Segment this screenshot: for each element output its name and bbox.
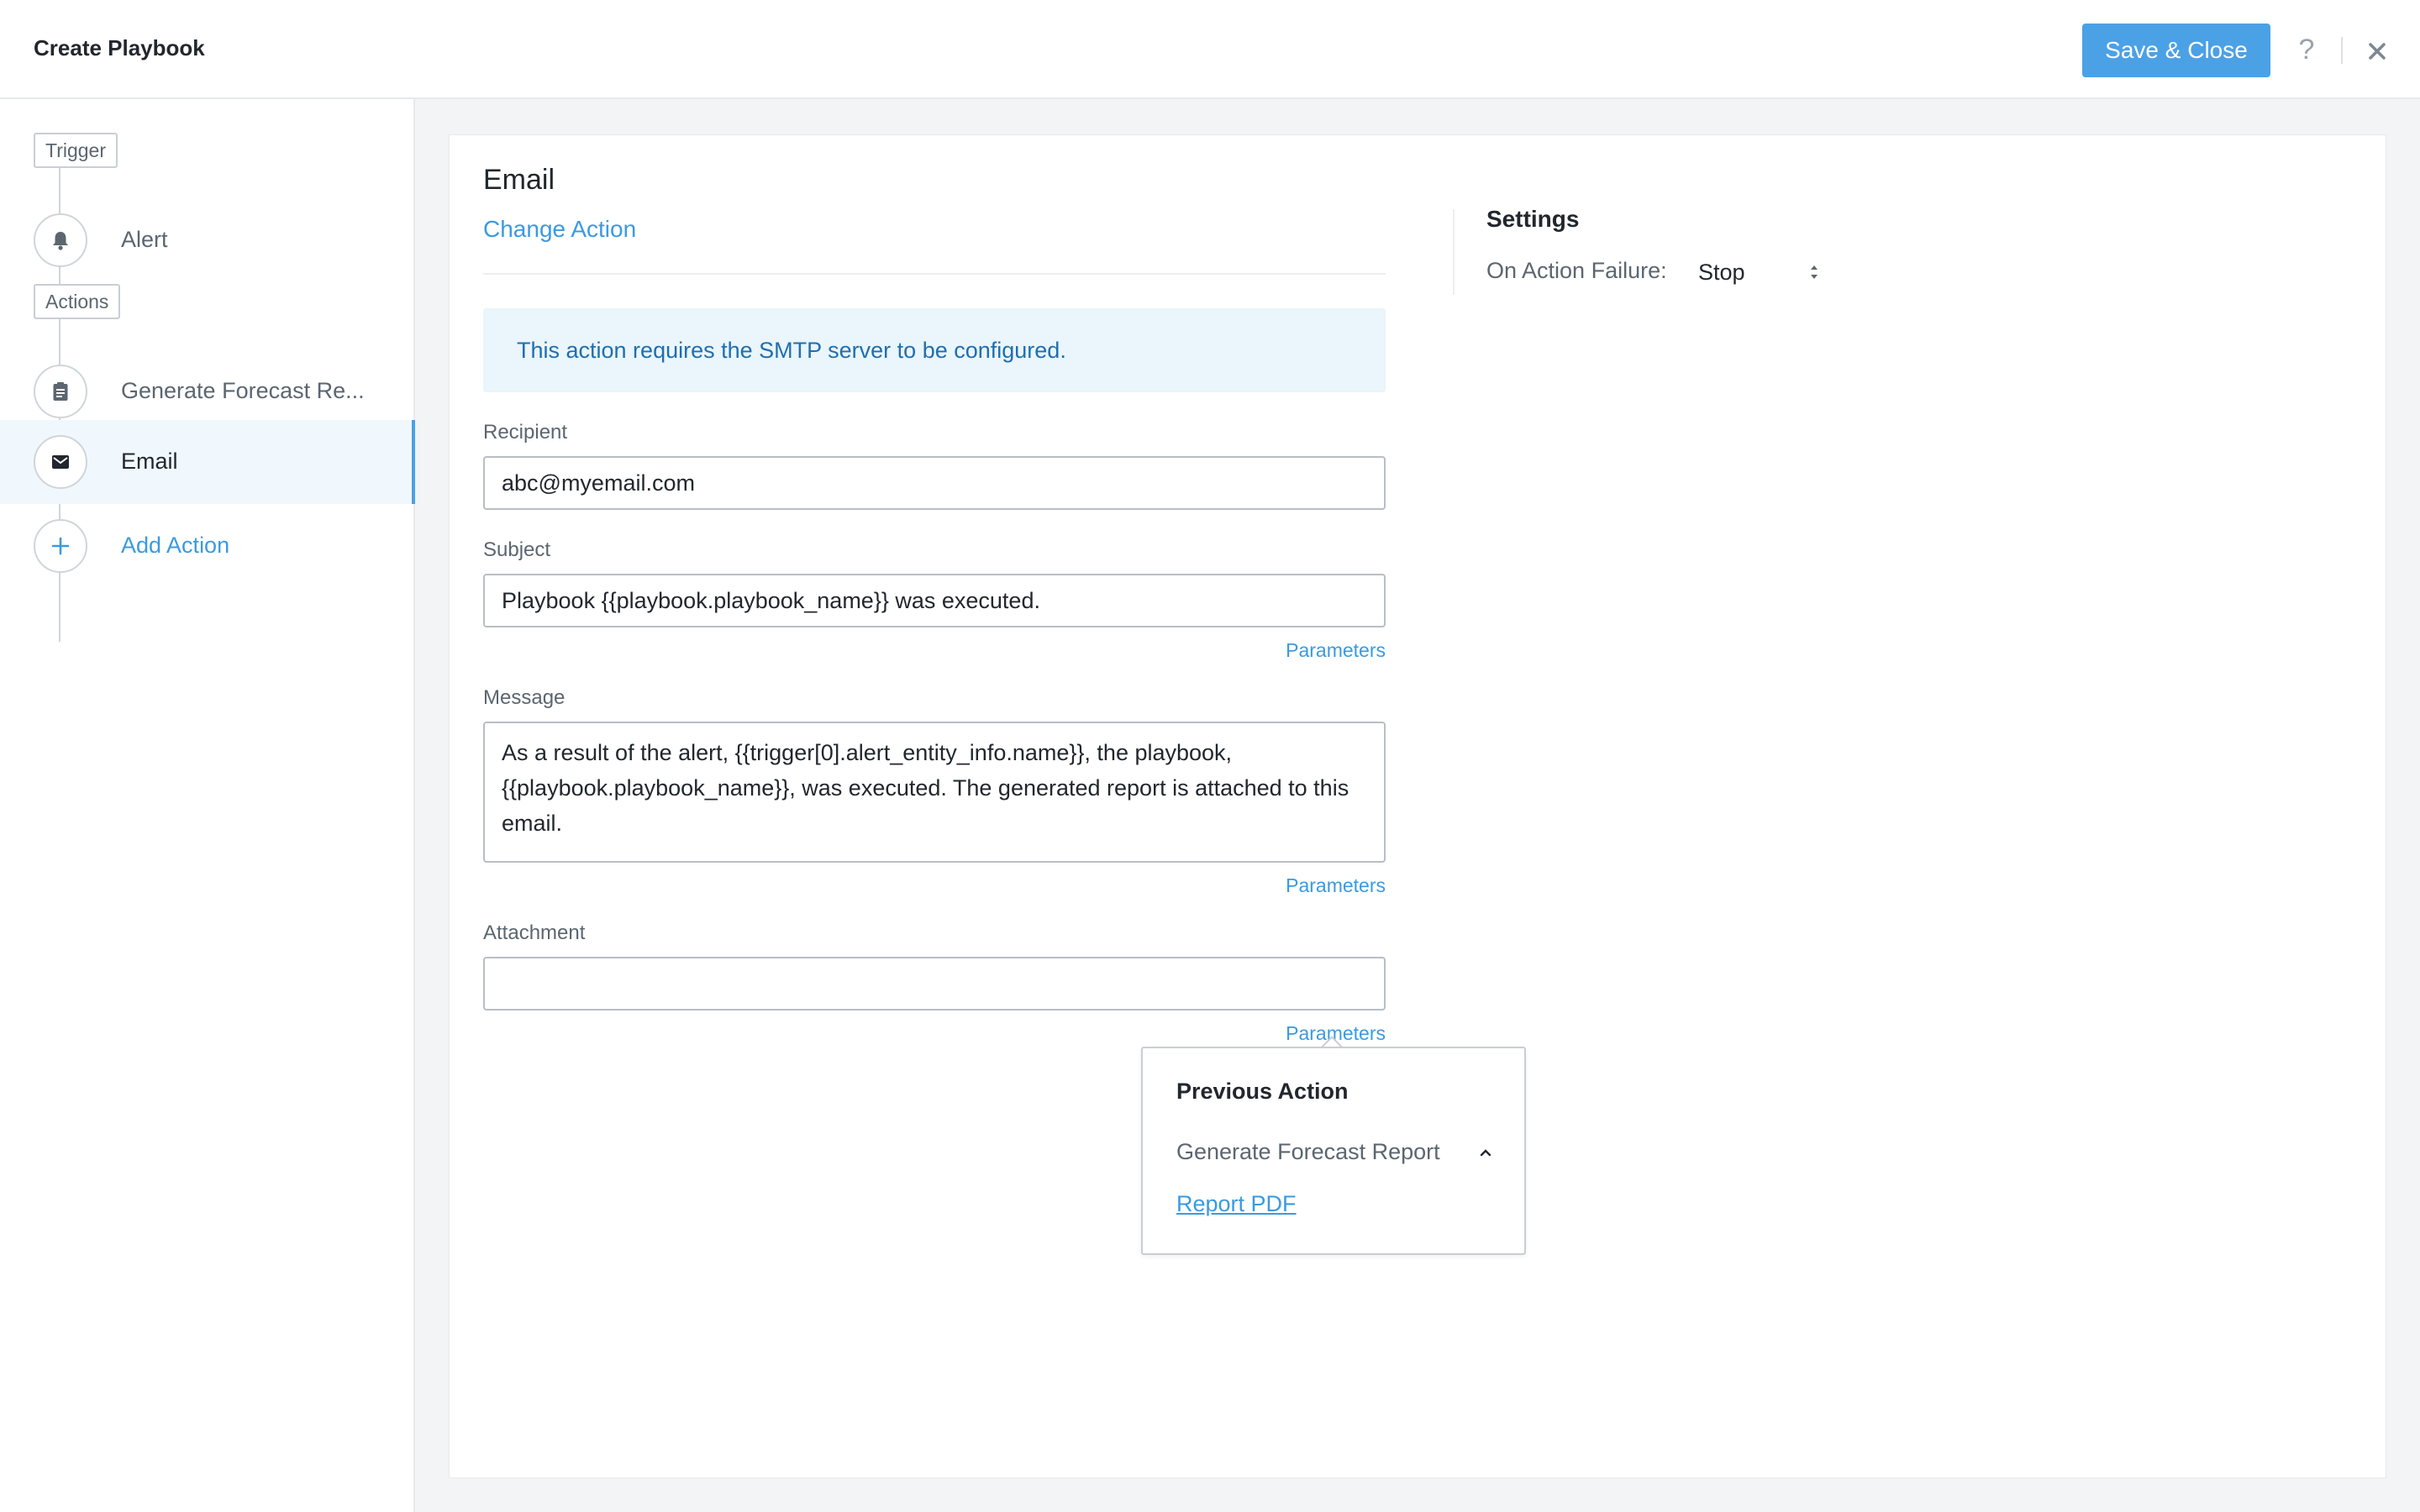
on-action-failure-value: Stop xyxy=(1698,259,1745,285)
popover-title: Previous Action xyxy=(1176,1079,1349,1104)
attachment-input[interactable] xyxy=(483,957,1386,1011)
top-bar: Create Playbook Save & Close ? xyxy=(0,0,2420,99)
add-action-label: Add Action xyxy=(121,533,230,558)
settings-title: Settings xyxy=(1486,206,1580,232)
action-title: Email xyxy=(483,164,555,196)
close-icon[interactable] xyxy=(2363,37,2391,66)
report-icon xyxy=(34,365,87,418)
recipient-label: Recipient xyxy=(483,421,568,444)
step-label-generate-forecast-report: Generate Forecast Re... xyxy=(121,378,365,403)
step-label-alert: Alert xyxy=(121,227,168,252)
save-close-button[interactable]: Save & Close xyxy=(2082,24,2270,77)
on-action-failure-select[interactable]: Stop xyxy=(1698,251,1849,293)
step-alert[interactable]: Alert xyxy=(0,198,415,282)
report-pdf-link[interactable]: Report PDF xyxy=(1176,1191,1297,1217)
add-action-button[interactable]: Add Action xyxy=(0,504,415,588)
change-action-link[interactable]: Change Action xyxy=(483,216,636,243)
trigger-tag: Trigger xyxy=(34,133,118,168)
actions-tag: Actions xyxy=(34,284,121,319)
smtp-info-banner: This action requires the SMTP server to … xyxy=(483,308,1386,392)
recipient-input[interactable] xyxy=(483,456,1386,510)
action-editor-card: Email Change Action This action requires… xyxy=(449,134,2386,1478)
message-label: Message xyxy=(483,686,566,709)
step-label-email: Email xyxy=(121,449,178,474)
subject-label: Subject xyxy=(483,538,551,561)
select-arrows-icon xyxy=(1807,260,1821,285)
message-textarea[interactable]: As a result of the alert, {{trigger[0].a… xyxy=(483,722,1386,863)
mail-icon xyxy=(34,435,87,489)
header-separator xyxy=(483,273,1386,275)
page-title: Create Playbook xyxy=(34,35,205,60)
settings-separator xyxy=(1453,209,1455,295)
subject-input[interactable] xyxy=(483,574,1386,627)
header-divider xyxy=(2341,37,2343,64)
message-parameters-link[interactable]: Parameters xyxy=(1286,874,1386,897)
bell-icon xyxy=(34,213,87,267)
help-icon[interactable]: ? xyxy=(2294,30,2319,69)
step-email[interactable]: Email xyxy=(0,420,415,504)
chevron-up-icon[interactable] xyxy=(1477,1144,1494,1161)
attachment-label: Attachment xyxy=(483,921,586,944)
plus-icon xyxy=(34,519,87,573)
subject-parameters-link[interactable]: Parameters xyxy=(1286,639,1386,662)
playbook-steps-sidebar: Trigger Alert Actions Generate Forecast … xyxy=(0,99,415,1512)
popover-group-generate-forecast-report[interactable]: Generate Forecast Report xyxy=(1176,1139,1440,1165)
on-action-failure-label: On Action Failure: xyxy=(1486,258,1667,283)
parameters-popover: Previous Action Generate Forecast Report… xyxy=(1141,1047,1526,1255)
